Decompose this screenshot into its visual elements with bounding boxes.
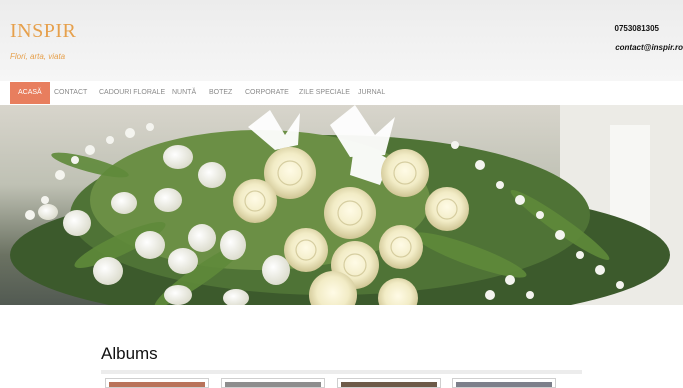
nav-item-contact[interactable]: CONTACT xyxy=(54,81,87,105)
hero-image xyxy=(0,105,683,305)
email-address[interactable]: contact@inspir.ro xyxy=(615,43,683,52)
nav-item-zile-speciale[interactable]: ZILE SPECIALE xyxy=(299,81,350,105)
albums-divider xyxy=(101,370,582,374)
phone-number[interactable]: 0753081305 xyxy=(615,24,660,33)
albums-heading: Albums xyxy=(101,344,158,363)
nav-item-cadouri-florale[interactable]: CADOURI FLORALE xyxy=(99,81,165,105)
main-nav: ACASĂ CONTACT CADOURI FLORALE NUNTĂ BOTE… xyxy=(0,81,683,106)
site-logo[interactable]: INSPIR xyxy=(10,20,76,43)
site-header: INSPIR Flori, arta, viata 0753081305 con… xyxy=(0,0,683,81)
album-thumbnail[interactable] xyxy=(452,378,556,388)
album-thumbnail[interactable] xyxy=(337,378,441,388)
album-thumbnail-image xyxy=(341,382,437,387)
nav-item-jurnal[interactable]: JURNAL xyxy=(358,81,385,105)
nav-item-acasa[interactable]: ACASĂ xyxy=(10,82,50,104)
album-thumbnail-image xyxy=(109,382,205,387)
album-thumbnail[interactable] xyxy=(221,378,325,388)
album-thumbnail[interactable] xyxy=(105,378,209,388)
hero-flowers-illustration xyxy=(10,105,683,305)
nav-item-nunta[interactable]: NUNTĂ xyxy=(172,81,196,105)
album-thumbnail-image xyxy=(456,382,552,387)
album-thumbnail-image xyxy=(225,382,321,387)
nav-item-botez[interactable]: BOTEZ xyxy=(209,81,232,105)
site-tagline: Flori, arta, viata xyxy=(10,52,66,61)
nav-item-corporate[interactable]: CORPORATE xyxy=(245,81,289,105)
